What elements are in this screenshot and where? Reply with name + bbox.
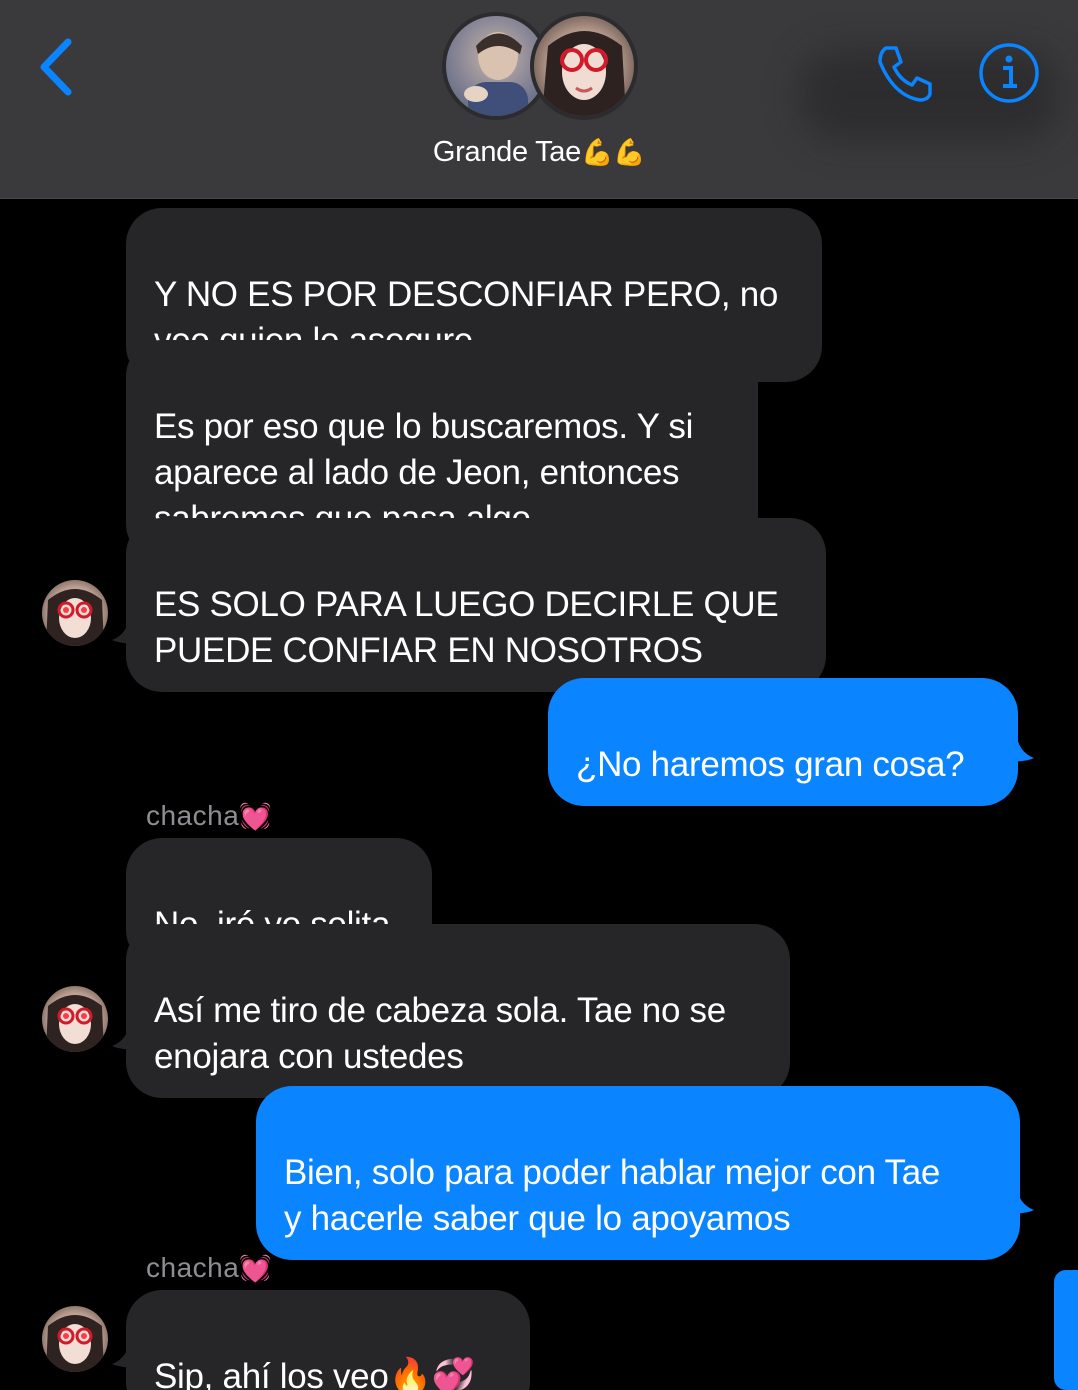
- message-text: Bien, solo para poder hablar mejor con T…: [284, 1153, 941, 1238]
- conversation-header: Grande Tae💪💪: [0, 0, 1078, 199]
- sender-name: chacha💓: [146, 1252, 272, 1284]
- message-bubble-incoming[interactable]: Así me tiro de cabeza sola. Tae no se en…: [126, 924, 790, 1098]
- conversation-title[interactable]: Grande Tae💪💪: [0, 136, 1078, 169]
- fire-hearts-emoji: 🔥💞: [388, 1357, 476, 1390]
- bubble-tail: [112, 614, 142, 644]
- heart-emoji: 💓: [239, 1253, 273, 1283]
- avatar: [530, 12, 638, 120]
- sender-name-text: chacha: [146, 800, 240, 831]
- bubble-tail: [112, 1020, 142, 1050]
- avatar[interactable]: [42, 1306, 108, 1372]
- sender-name-text: chacha: [146, 1252, 240, 1283]
- sender-name: chacha💓: [146, 800, 272, 832]
- chat-screen: Grande Tae💪💪 Y NO ES POR DESCONFIAR PERO…: [0, 0, 1078, 1390]
- conversation-title-text: Grande Tae: [432, 136, 581, 168]
- info-button[interactable]: [976, 40, 1042, 106]
- message-text: ES SOLO PARA LUEGO DECIRLE QUE PUEDE CON…: [154, 585, 779, 670]
- message-text: ¿No haremos gran cosa?: [576, 745, 965, 784]
- message-bubble-incoming[interactable]: Sip, ahí los veo🔥💞: [126, 1290, 530, 1390]
- message-text: Así me tiro de cabeza sola. Tae no se en…: [154, 991, 726, 1076]
- message-bubble-incoming[interactable]: ES SOLO PARA LUEGO DECIRLE QUE PUEDE CON…: [126, 518, 826, 692]
- message-text: Sip, ahí los veo: [154, 1357, 389, 1390]
- scroll-indicator[interactable]: [1054, 1270, 1078, 1390]
- call-button[interactable]: [872, 40, 938, 106]
- chevron-left-icon: [40, 38, 72, 96]
- bubble-tail: [1004, 1184, 1034, 1214]
- bubble-tail: [1004, 732, 1034, 762]
- message-bubble-outgoing[interactable]: Bien, solo para poder hablar mejor con T…: [256, 1086, 1020, 1260]
- group-avatars[interactable]: [442, 8, 638, 124]
- back-button[interactable]: [30, 32, 90, 102]
- heart-emoji: 💓: [239, 801, 273, 831]
- info-icon: [979, 43, 1039, 103]
- message-bubble-outgoing[interactable]: ¿No haremos gran cosa?: [548, 678, 1018, 806]
- flexed-biceps-emoji: 💪💪: [580, 137, 646, 167]
- avatar[interactable]: [42, 986, 108, 1052]
- phone-icon: [878, 46, 932, 102]
- bubble-tail: [112, 1338, 142, 1368]
- avatar[interactable]: [42, 580, 108, 646]
